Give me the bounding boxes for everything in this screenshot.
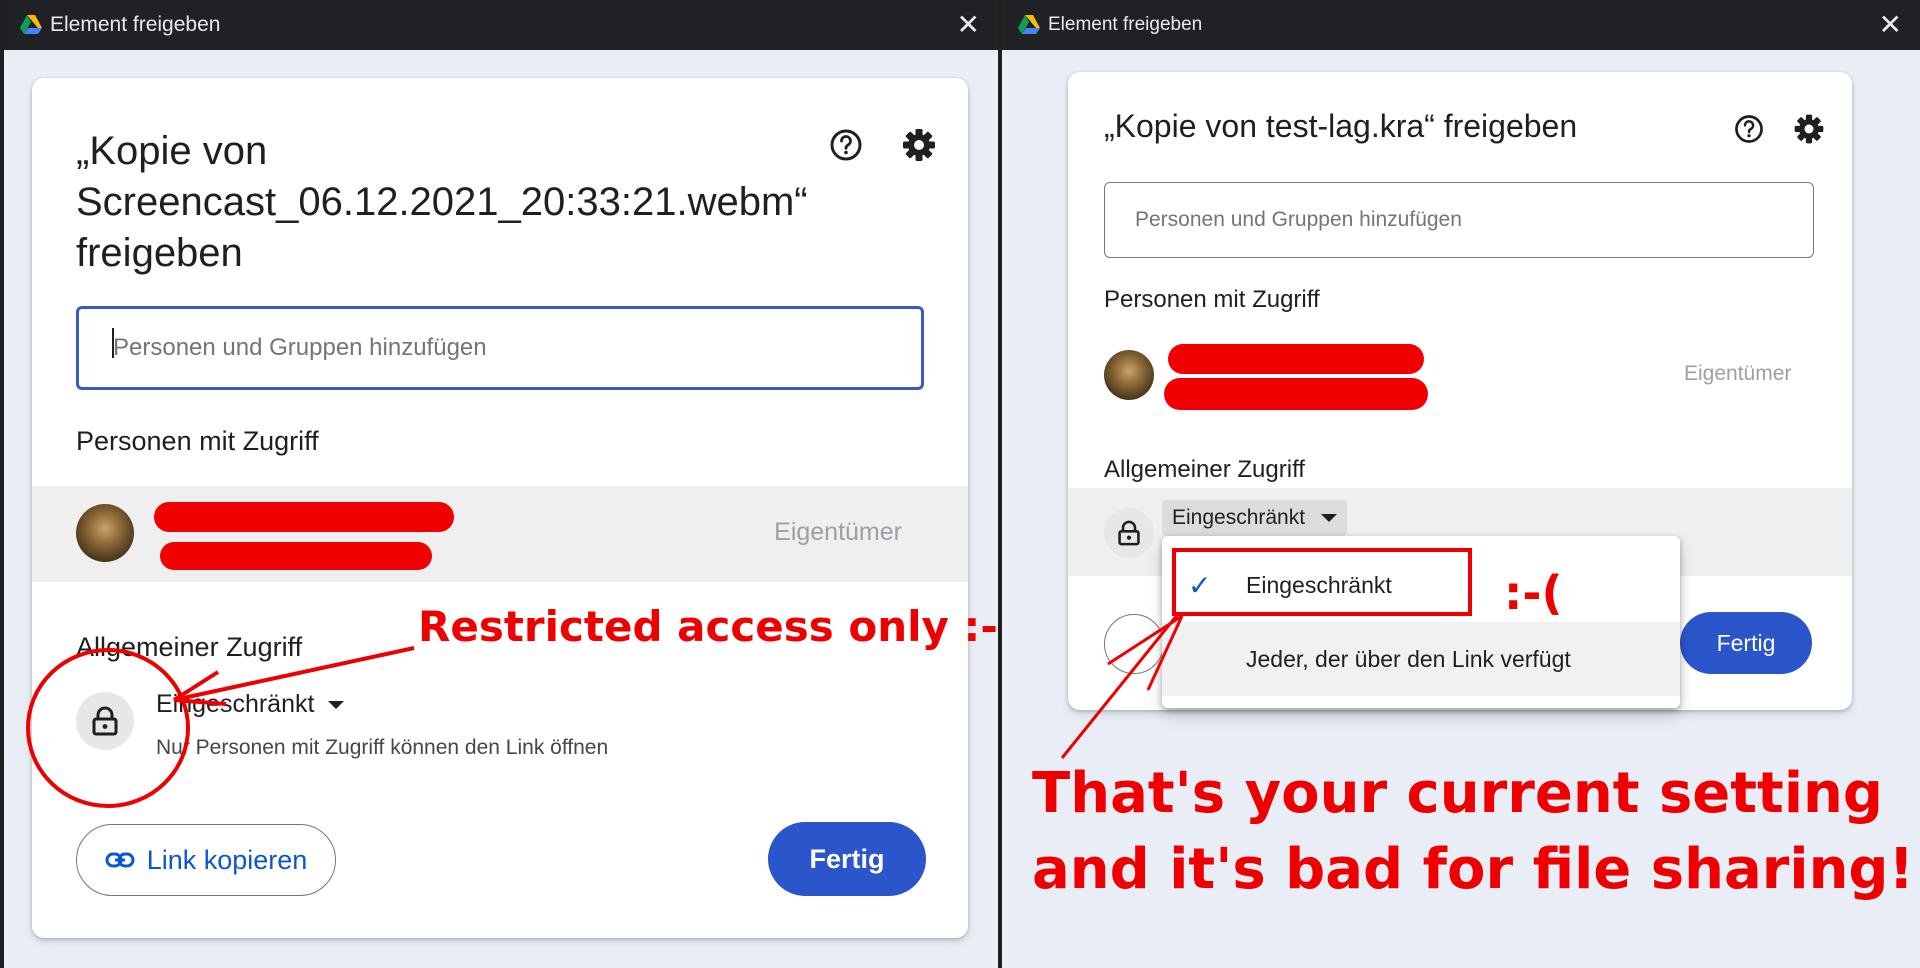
annotation-sad-face: :-( <box>1504 566 1563 620</box>
owner-role-label: Eigentümer <box>774 518 902 546</box>
owner-role-label: Eigentümer <box>1684 362 1792 385</box>
general-access-heading: Allgemeiner Zugriff <box>76 632 303 662</box>
redacted-name <box>154 502 454 532</box>
help-icon[interactable] <box>827 126 865 164</box>
annotation-bad-setting-text: That's your current setting and it's bad… <box>1032 756 1914 908</box>
dialog-title: „Kopie von Screencast_06.12.2021_20:33:2… <box>76 126 808 279</box>
google-drive-logo-icon <box>20 15 42 34</box>
access-description: Nur Personen mit Zugriff können den Link… <box>156 736 609 759</box>
dropdown-caret-icon <box>328 701 345 710</box>
window-title: Element freigeben <box>1048 14 1203 35</box>
window-title: Element freigeben <box>50 13 221 36</box>
redacted-name <box>1168 344 1424 374</box>
redacted-email <box>1164 378 1428 410</box>
annotation-restricted-text: Restricted access only :-( <box>418 602 998 651</box>
add-people-input[interactable] <box>76 306 924 390</box>
lock-icon <box>76 692 134 750</box>
access-level-dropdown[interactable]: Eingeschränkt <box>1162 500 1348 536</box>
general-access-heading: Allgemeiner Zugriff <box>1104 456 1305 483</box>
help-icon[interactable] <box>1732 112 1766 146</box>
settings-gear-icon[interactable] <box>1792 112 1826 146</box>
dialog-title: „Kopie von test-lag.kra“ freigeben <box>1104 108 1578 144</box>
access-level-label: Eingeschränkt <box>1172 506 1306 529</box>
menu-option-restricted[interactable]: ✓ Eingeschränkt <box>1162 550 1680 620</box>
redacted-email <box>160 542 432 570</box>
avatar <box>76 504 134 562</box>
access-level-dropdown[interactable]: Eingeschränkt <box>156 690 345 719</box>
access-level-menu: ✓ Eingeschränkt Jeder, der über den Link… <box>1162 536 1680 708</box>
annotation-line-1: That's your current setting <box>1032 761 1883 826</box>
text-cursor <box>112 328 114 358</box>
share-dialog: „Kopie von Screencast_06.12.2021_20:33:2… <box>32 78 968 938</box>
people-with-access-heading: Personen mit Zugriff <box>76 426 319 456</box>
lock-icon <box>1104 508 1154 558</box>
settings-gear-icon[interactable] <box>900 126 938 164</box>
copy-link-button[interactable] <box>1104 614 1164 674</box>
add-people-input[interactable] <box>1104 182 1814 258</box>
access-level-label: Eingeschränkt <box>156 690 315 718</box>
close-icon[interactable]: ✕ <box>957 10 980 40</box>
people-with-access-heading: Personen mit Zugriff <box>1104 286 1320 313</box>
menu-option-label: Eingeschränkt <box>1246 571 1392 598</box>
right-share-window: Element freigeben ✕ „Kopie von test-lag.… <box>1002 0 1920 968</box>
dropdown-caret-icon <box>1321 514 1338 523</box>
done-button[interactable]: Fertig <box>1680 612 1812 674</box>
owner-row[interactable]: Eigentümer <box>32 486 968 582</box>
avatar <box>1104 350 1154 400</box>
copy-link-button[interactable]: Link kopieren <box>76 824 336 896</box>
left-titlebar: Element freigeben ✕ <box>4 0 998 50</box>
google-drive-logo-icon <box>1018 15 1040 34</box>
link-icon <box>105 852 135 868</box>
menu-option-label: Jeder, der über den Link verfügt <box>1246 645 1571 672</box>
copy-link-label: Link kopieren <box>146 844 308 875</box>
checkmark-icon: ✓ <box>1188 569 1212 601</box>
annotation-line-2: and it's bad for file sharing! <box>1032 837 1915 902</box>
menu-option-anyone-with-link[interactable]: Jeder, der über den Link verfügt <box>1162 622 1680 696</box>
done-button[interactable]: Fertig <box>768 822 926 896</box>
left-share-window: Element freigeben ✕ „Kopie von Screencas… <box>4 0 998 968</box>
dialog-title-line-2: Screencast_06.12.2021_20:33:21.webm“ <box>76 180 808 224</box>
dialog-title-line-3: freigeben <box>76 231 243 275</box>
close-icon[interactable]: ✕ <box>1879 10 1902 40</box>
dialog-title-line-1: „Kopie von <box>76 129 268 173</box>
right-titlebar: Element freigeben ✕ <box>1002 0 1920 50</box>
